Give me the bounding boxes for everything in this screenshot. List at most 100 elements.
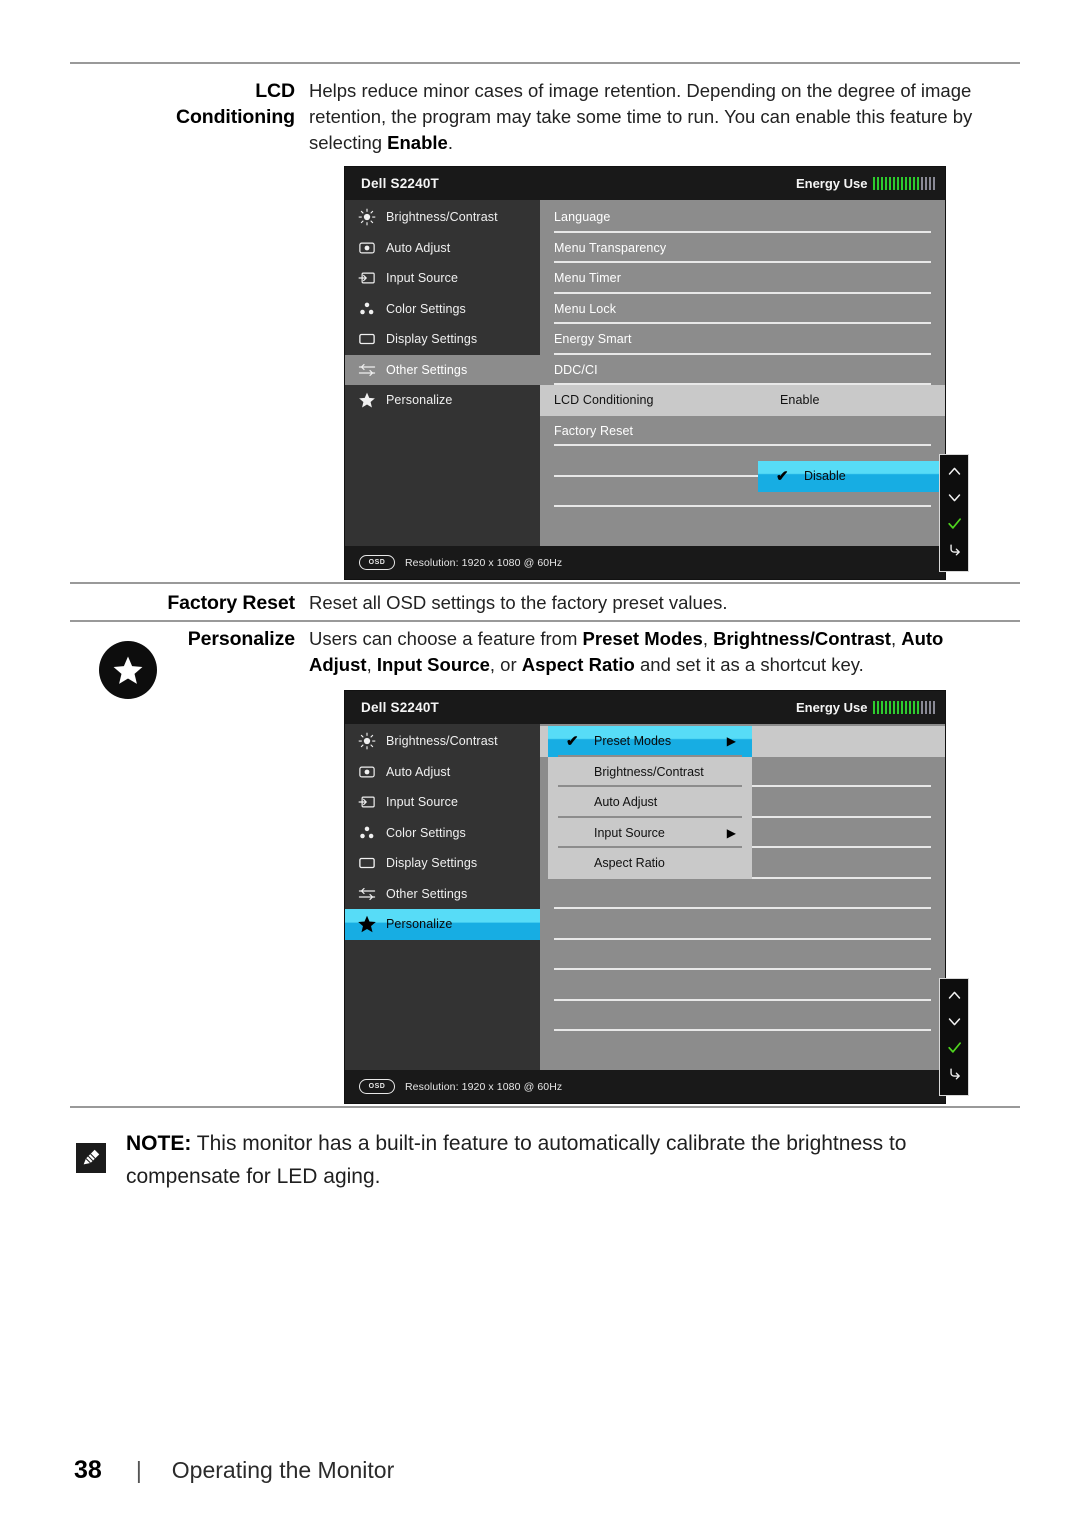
divider-after-lcd xyxy=(70,582,1020,584)
sidebar-item-label: Display Settings xyxy=(386,856,478,871)
brightness-icon xyxy=(357,732,376,751)
submenu-item-preset-modes[interactable]: ✔ Preset Modes ▶ xyxy=(548,726,752,757)
menu-row-label: Factory Reset xyxy=(554,423,634,438)
chevron-down-icon xyxy=(947,490,962,510)
note-body: This monitor has a built-in feature to a… xyxy=(126,1132,907,1188)
color-settings-icon xyxy=(357,299,376,318)
divider-top xyxy=(70,62,1020,64)
energy-bar-off xyxy=(920,177,923,190)
energy-bar-on xyxy=(900,701,903,714)
row-lcd-conditioning: LCD Conditioning Helps reduce minor case… xyxy=(70,78,1009,156)
sidebar-item-label: Brightness/Contrast xyxy=(386,210,498,225)
menu-row-menu-lock[interactable]: Menu Lock xyxy=(540,294,945,324)
sidebar-item-display-settings[interactable]: Display Settings xyxy=(345,848,540,879)
sidebar-item-label: Auto Adjust xyxy=(386,240,451,255)
energy-bar-on xyxy=(884,701,887,714)
menu-row-energy-smart[interactable]: Energy Smart xyxy=(540,324,945,355)
row-factory-reset: Factory Reset Reset all OSD settings to … xyxy=(70,590,1009,616)
row-desc-lcd-conditioning: Helps reduce minor cases of image retent… xyxy=(309,80,973,153)
color-settings-icon xyxy=(357,823,376,842)
energy-bar-off xyxy=(932,177,935,190)
star-icon xyxy=(357,391,376,410)
energy-bar-on xyxy=(908,701,911,714)
check-icon: ✔ xyxy=(776,467,789,485)
energy-bar-on xyxy=(896,701,899,714)
menu-row-empty xyxy=(540,1001,945,1031)
sidebar-item-label: Color Settings xyxy=(386,301,466,316)
energy-bar-off xyxy=(924,701,927,714)
sidebar-item-other-settings[interactable]: Other Settings xyxy=(345,354,540,385)
osd-nav-buttons[interactable] xyxy=(939,454,969,572)
menu-row-factory-reset[interactable]: Factory Reset xyxy=(540,416,945,446)
sidebar-item-other-settings[interactable]: Other Settings xyxy=(345,879,540,910)
menu-row-language[interactable]: Language xyxy=(540,202,945,233)
chevron-up-icon xyxy=(947,464,962,484)
row-desc-personalize: Users can choose a feature from Preset M… xyxy=(309,628,944,675)
submenu-item-label: Input Source xyxy=(594,825,665,840)
menu-row-menu-transparency[interactable]: Menu Transparency xyxy=(540,233,945,263)
sidebar-item-input-source[interactable]: Input Source xyxy=(345,787,540,818)
nav-confirm[interactable] xyxy=(943,1040,965,1061)
energy-bar-on xyxy=(904,177,907,190)
menu-row-menu-timer[interactable]: Menu Timer xyxy=(540,263,945,294)
sidebar-item-input-source[interactable]: Input Source xyxy=(345,263,540,294)
sidebar-item-label: Personalize xyxy=(386,393,453,408)
footer-section-title: Operating the Monitor xyxy=(171,1457,395,1483)
osd-sidebar[interactable]: Brightness/Contrast Auto Adjust Input Sour… xyxy=(345,200,540,546)
submenu-item-brightness-contrast[interactable]: Brightness/Contrast xyxy=(548,757,752,787)
osd-main-list[interactable]: Language Menu Transparency Menu Timer Menu … xyxy=(540,200,945,546)
osd-footer-bar: OSD Resolution: 1920 x 1080 @ 60Hz xyxy=(345,546,945,579)
sidebar-item-label: Other Settings xyxy=(386,362,468,377)
sidebar-item-color-settings[interactable]: Color Settings xyxy=(345,818,540,849)
submenu-item-input-source[interactable]: Input Source ▶ xyxy=(548,818,752,848)
energy-bar-on xyxy=(876,701,879,714)
energy-bar-on xyxy=(900,177,903,190)
sidebar-item-personalize[interactable]: Personalize xyxy=(345,385,540,416)
nav-down[interactable] xyxy=(943,1014,965,1035)
energy-use-label: Energy Use xyxy=(795,700,868,715)
sidebar-item-auto-adjust[interactable]: Auto Adjust xyxy=(345,233,540,264)
menu-row-lcd-conditioning[interactable]: LCD Conditioning Enable xyxy=(540,385,945,416)
chevron-down-icon xyxy=(947,1014,962,1034)
sidebar-item-brightness-contrast[interactable]: Brightness/Contrast xyxy=(345,726,540,757)
nav-confirm[interactable] xyxy=(943,516,965,537)
energy-bar-on xyxy=(896,177,899,190)
nav-back[interactable] xyxy=(943,1066,965,1087)
menu-row-empty[interactable] xyxy=(540,879,945,909)
energy-bar-off xyxy=(932,701,935,714)
sidebar-item-personalize[interactable]: Personalize xyxy=(345,909,540,940)
input-source-icon xyxy=(357,793,376,812)
energy-use-label: Energy Use xyxy=(795,176,868,191)
sidebar-item-label: Display Settings xyxy=(386,332,478,347)
nav-up[interactable] xyxy=(943,988,965,1009)
menu-row-label: LCD Conditioning xyxy=(554,393,654,408)
sidebar-item-auto-adjust[interactable]: Auto Adjust xyxy=(345,757,540,788)
submenu-item-auto-adjust[interactable]: Auto Adjust xyxy=(548,787,752,818)
submenu-item-aspect-ratio[interactable]: Aspect Ratio xyxy=(548,848,752,879)
nav-down[interactable] xyxy=(943,490,965,511)
osd-sidebar[interactable]: Brightness/Contrast Auto Adjust Input Sour… xyxy=(345,724,540,1070)
osd-submenu-lcd-conditioning[interactable]: ✔ Disable xyxy=(758,461,947,492)
sidebar-item-display-settings[interactable]: Display Settings xyxy=(345,324,540,355)
menu-row-ddc-ci[interactable]: DDC/CI xyxy=(540,355,945,385)
submenu-item-label: Brightness/Contrast xyxy=(594,764,704,779)
energy-bar-on xyxy=(904,701,907,714)
check-icon: ✔ xyxy=(566,732,579,750)
submenu-item-disable[interactable]: ✔ Disable xyxy=(758,461,947,492)
osd-nav-buttons[interactable] xyxy=(939,978,969,1096)
nav-back[interactable] xyxy=(943,542,965,563)
nav-up[interactable] xyxy=(943,464,965,485)
energy-bar-on xyxy=(880,701,883,714)
osd-model-name: Dell S2240T xyxy=(361,176,439,191)
page-number: 38 xyxy=(74,1456,102,1484)
osd-submenu-shortcut-key-1[interactable]: ✔ Preset Modes ▶ Brightness/Contrast Auto Ad… xyxy=(548,726,752,879)
sidebar-item-label: Personalize xyxy=(386,917,453,932)
osd-model-name: Dell S2240T xyxy=(361,700,439,715)
menu-row-empty xyxy=(540,1031,945,1062)
menu-row-label: DDC/CI xyxy=(554,362,598,377)
menu-row-label: Energy Smart xyxy=(554,332,632,347)
brightness-icon xyxy=(357,208,376,227)
energy-use-indicator: Energy Use xyxy=(796,700,935,715)
sidebar-item-brightness-contrast[interactable]: Brightness/Contrast xyxy=(345,202,540,233)
sidebar-item-color-settings[interactable]: Color Settings xyxy=(345,294,540,325)
